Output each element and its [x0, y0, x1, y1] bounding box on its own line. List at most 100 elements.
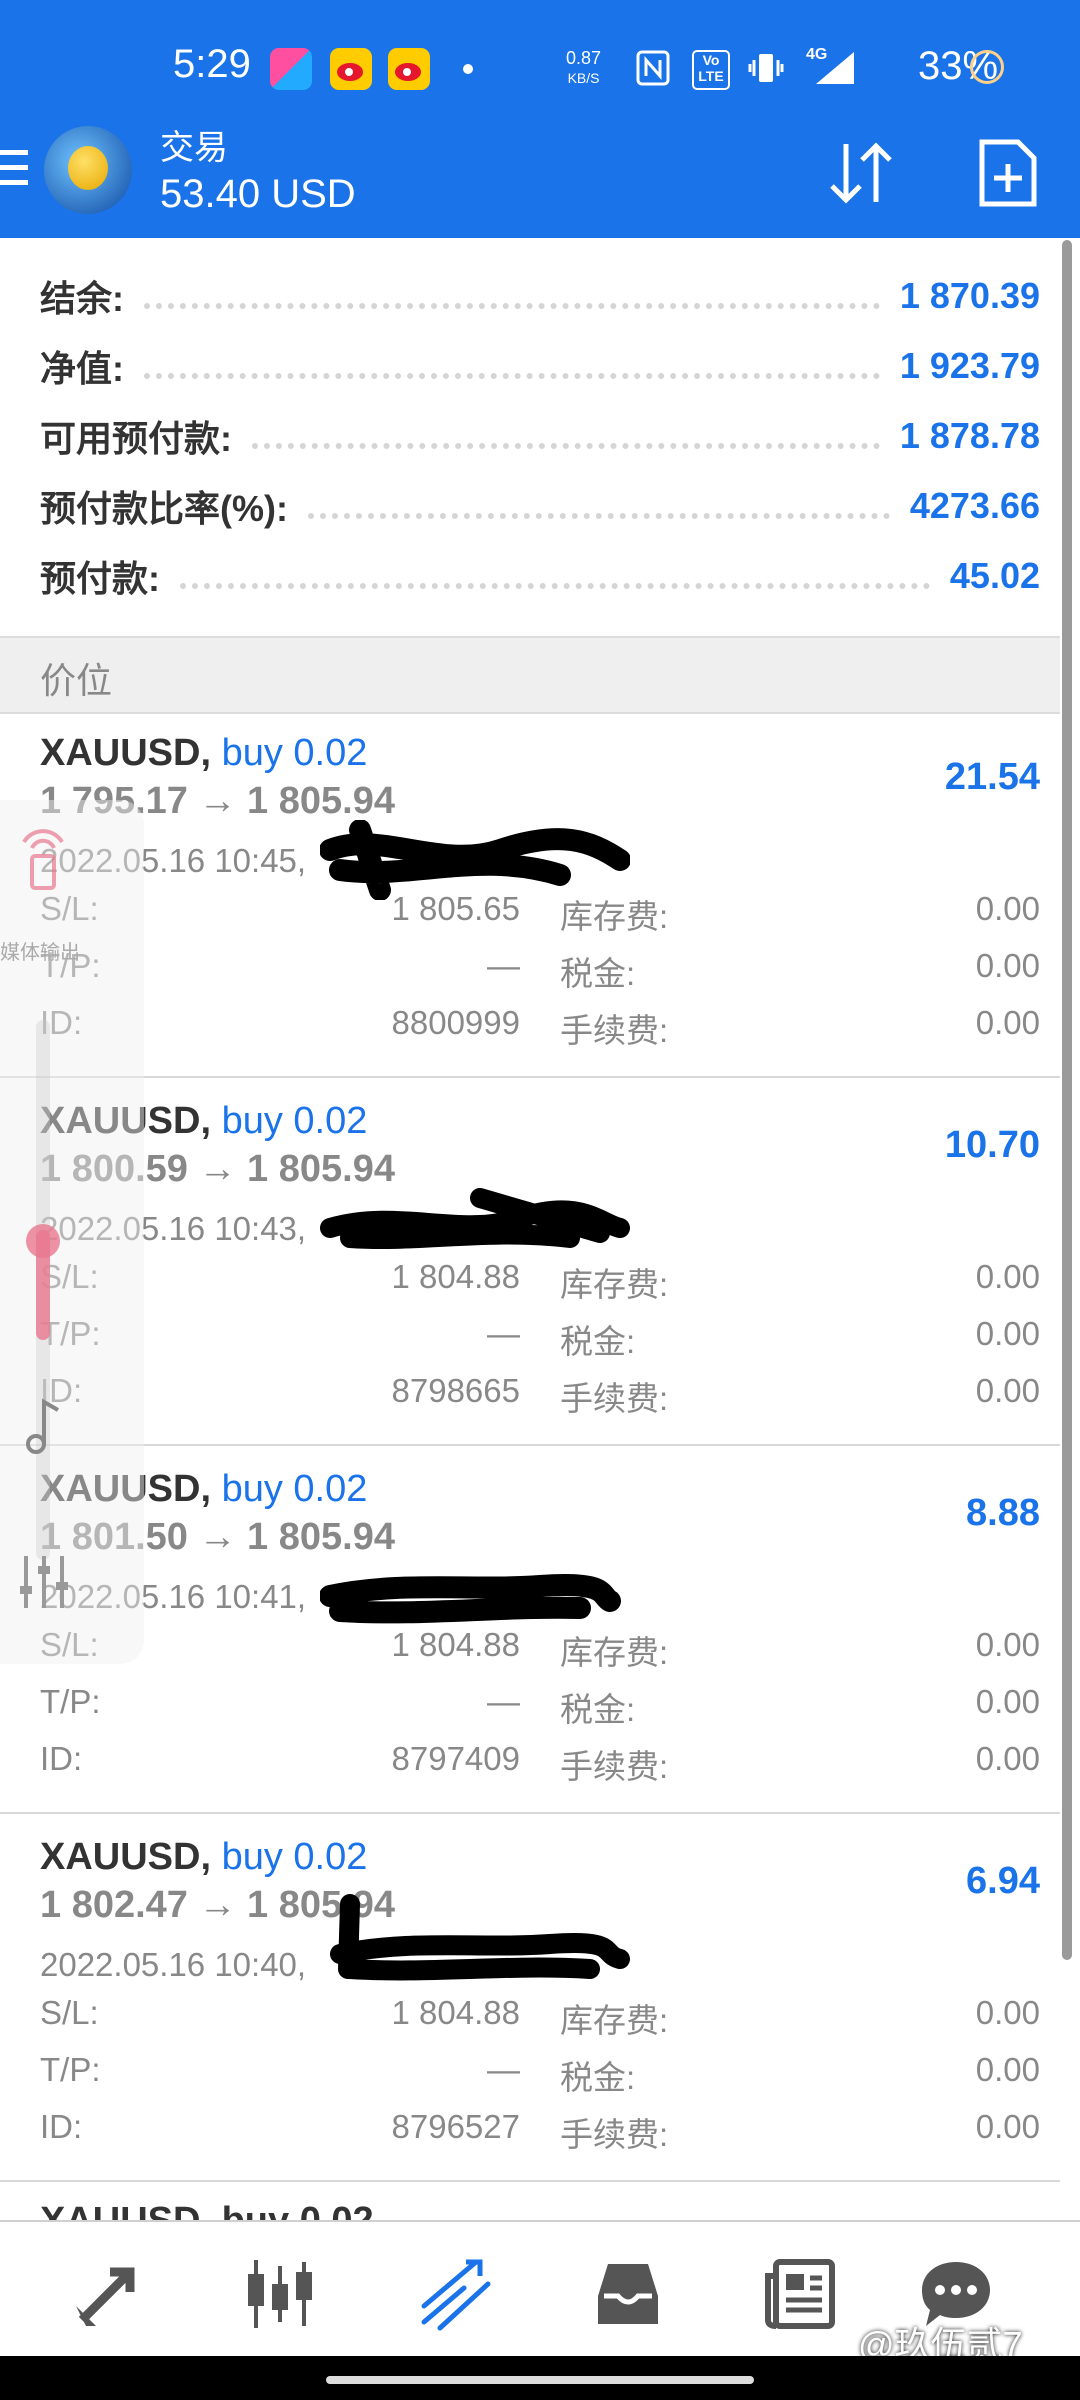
- candlestick-icon[interactable]: [242, 2256, 318, 2332]
- current-price: 1 805.94: [247, 1516, 395, 1558]
- order-detail-row: T/P: — 税金: 0.00: [40, 947, 1040, 997]
- inbox-icon[interactable]: [590, 2256, 666, 2332]
- summary-label: 净值:: [40, 348, 124, 389]
- redaction-scribble: [320, 820, 630, 900]
- order-item[interactable]: XAUUSD, buy 0.02 1 800.59 → 1 805.94 10.…: [0, 1078, 1060, 1446]
- network-speed: 0.87 KB/S: [566, 48, 601, 88]
- summary-label: 可用预付款:: [40, 418, 232, 459]
- summary-label: 预付款比率(%):: [40, 488, 288, 529]
- swap-label: 库存费:: [560, 1266, 669, 1303]
- status-bar: 5:29 0.87 KB/S Vo LTE 4G 33%: [0, 0, 1080, 130]
- notification-app-icon: [270, 48, 312, 90]
- tp-value: —: [487, 2051, 520, 2088]
- order-detail-row: ID: 8797409 手续费: 0.00: [40, 1740, 1040, 1790]
- summary-value: 4273.66: [909, 485, 1040, 526]
- order-symbol: XAUUSD,: [40, 1836, 212, 1878]
- weibo-icon: [330, 48, 372, 90]
- redaction-scribble: [320, 1574, 621, 1624]
- order-detail-row: S/L: 1 804.88 库存费: 0.00: [40, 1258, 1040, 1308]
- commission-value: 0.00: [975, 2108, 1040, 2145]
- order-profit: 21.54: [944, 756, 1040, 798]
- arrow-icon: →: [198, 780, 237, 822]
- commission-value: 0.00: [975, 1004, 1040, 1041]
- quotes-arrows-icon[interactable]: [70, 2256, 146, 2332]
- order-profit: 6.94: [966, 1860, 1040, 1902]
- order-item[interactable]: XAUUSD, buy 0.02 1 801.50 → 1 805.94 8.8…: [0, 1446, 1060, 1814]
- order-detail-row: ID: 8800999 手续费: 0.00: [40, 1004, 1040, 1054]
- cast-icon[interactable]: [18, 822, 68, 892]
- tp-label: T/P:: [40, 1683, 101, 1720]
- order-detail-row: ID: 8798665 手续费: 0.00: [40, 1372, 1040, 1422]
- dot-leader: [144, 373, 880, 379]
- tp-label: T/P:: [40, 2051, 101, 2088]
- vibrate-icon: [748, 50, 784, 86]
- new-order-icon[interactable]: [978, 138, 1038, 208]
- dot-leader: [144, 303, 880, 309]
- commission-label: 手续费:: [560, 1012, 669, 1049]
- home-indicator[interactable]: [326, 2376, 754, 2384]
- tp-value: —: [487, 1683, 520, 1720]
- open-price: 1 802.47: [40, 1884, 188, 1926]
- id-value: 8798665: [391, 1372, 520, 1409]
- status-time: 5:29: [173, 42, 251, 86]
- volume-knob[interactable]: [26, 1224, 60, 1258]
- swap-value: 0.00: [975, 1994, 1040, 2031]
- sort-arrows-icon[interactable]: [826, 140, 896, 206]
- section-header-price: 价位: [0, 636, 1060, 714]
- section-title: 价位: [40, 660, 113, 701]
- summary-row-equity: 净值: 1 923.79: [40, 336, 1040, 396]
- metatrader-logo: [44, 126, 132, 214]
- order-detail-row: T/P: — 税金: 0.00: [40, 2051, 1040, 2101]
- media-output-panel[interactable]: 媒体输出: [0, 800, 144, 1664]
- equalizer-icon[interactable]: [16, 1552, 72, 1612]
- summary-row-free-margin: 可用预付款: 1 878.78: [40, 406, 1040, 466]
- tax-label: 税金:: [560, 955, 636, 992]
- commission-label: 手续费:: [560, 2116, 669, 2153]
- id-label: ID:: [40, 2108, 83, 2145]
- swap-value: 0.00: [975, 1626, 1040, 1663]
- current-price: 1 805.94: [247, 1148, 395, 1190]
- order-title: XAUUSD, buy 0.02: [40, 1836, 367, 1879]
- scrollbar[interactable]: [1062, 240, 1072, 1960]
- arrow-icon: →: [198, 1516, 237, 1558]
- id-value: 8800999: [391, 1004, 520, 1041]
- dot-leader: [252, 443, 880, 449]
- arrow-icon: →: [198, 1884, 237, 1926]
- nfc-icon: [636, 50, 670, 86]
- sl-value: 1 804.88: [391, 1258, 520, 1295]
- order-detail-row: T/P: — 税金: 0.00: [40, 1315, 1040, 1365]
- order-item[interactable]: XAUUSD, buy 0.02 1 795.17 → 1 805.94 21.…: [0, 710, 1060, 1078]
- menu-icon[interactable]: [0, 150, 30, 192]
- order-symbol: XAUUSD,: [40, 732, 212, 774]
- id-value: 8797409: [391, 1740, 520, 1777]
- summary-row-margin-level: 预付款比率(%): 4273.66: [40, 476, 1040, 536]
- order-title: XAUUSD, buy 0.02: [40, 732, 367, 775]
- trend-lines-icon[interactable]: [418, 2256, 494, 2332]
- order-detail-row: T/P: — 税金: 0.00: [40, 1683, 1040, 1733]
- commission-label: 手续费:: [560, 1748, 669, 1785]
- order-detail-row: ID: 8796527 手续费: 0.00: [40, 2108, 1040, 2158]
- swap-label: 库存费:: [560, 1634, 669, 1671]
- sl-value: 1 804.88: [391, 1626, 520, 1663]
- signal-icon: [814, 50, 858, 86]
- swap-value: 0.00: [975, 890, 1040, 927]
- summary-label: 结余:: [40, 278, 124, 319]
- sl-value: 1 805.65: [391, 890, 520, 927]
- tax-value: 0.00: [975, 1683, 1040, 1720]
- newspaper-icon[interactable]: [762, 2256, 838, 2332]
- tax-label: 税金:: [560, 1691, 636, 1728]
- order-side: buy 0.02: [221, 732, 368, 774]
- order-side: buy 0.02: [221, 1100, 368, 1142]
- order-item-partial[interactable]: XAUUSD, buy 0.02: [40, 2200, 374, 2220]
- volte-icon: Vo LTE: [692, 50, 730, 90]
- sl-label: S/L:: [40, 1994, 99, 2031]
- music-note-icon[interactable]: [24, 1396, 64, 1456]
- order-item[interactable]: XAUUSD, buy 0.02 1 802.47 → 1 805.94 6.9…: [0, 1814, 1060, 2182]
- current-price: 1 805.94: [247, 780, 395, 822]
- redaction-scribble: [330, 1894, 630, 1981]
- summary-value: 1 870.39: [899, 275, 1040, 316]
- order-detail-row: S/L: 1 804.88 库存费: 0.00: [40, 1626, 1040, 1676]
- tax-value: 0.00: [975, 947, 1040, 984]
- page-title: 交易: [160, 129, 228, 167]
- dot-leader: [307, 513, 890, 519]
